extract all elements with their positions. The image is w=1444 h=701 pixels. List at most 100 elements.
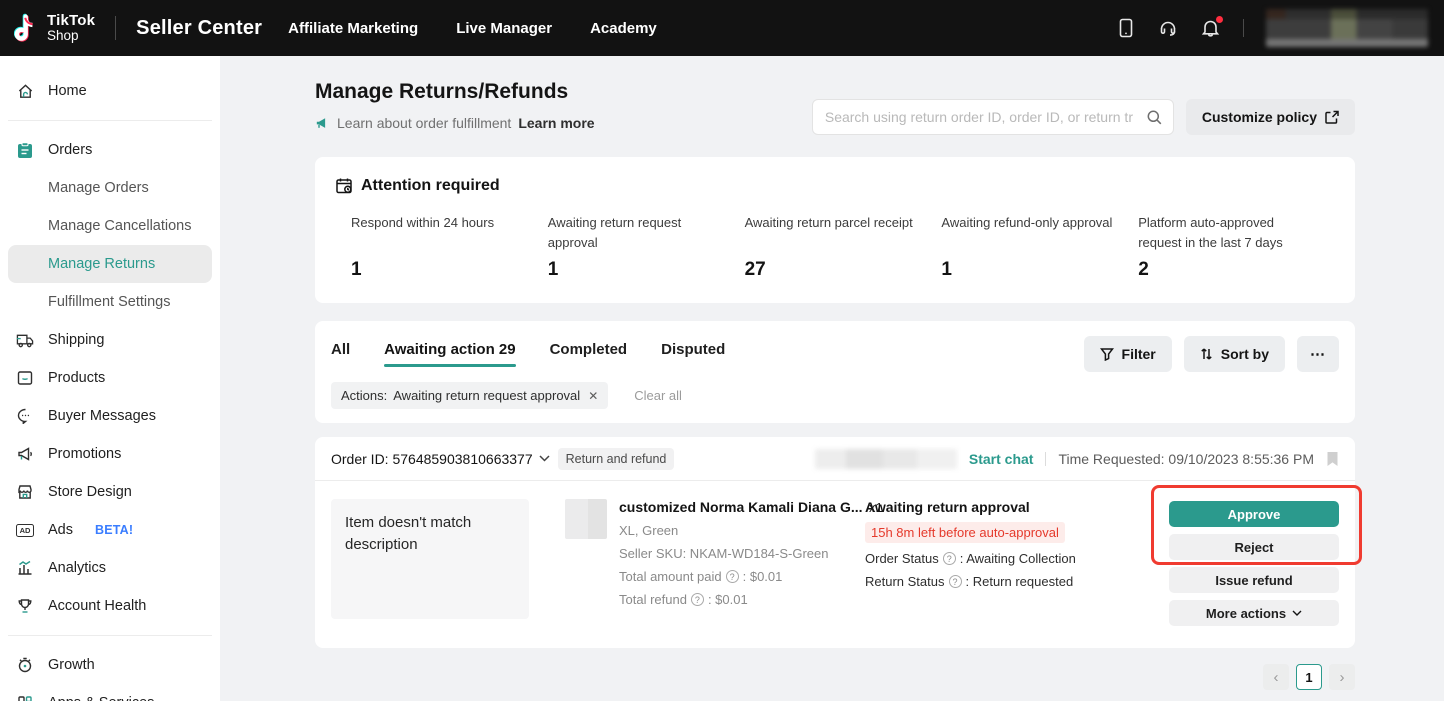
nav-title: Seller Center: [136, 17, 262, 40]
orders-icon: [16, 141, 34, 159]
approve-button[interactable]: Approve: [1169, 501, 1339, 527]
search-icon[interactable]: [1146, 109, 1163, 126]
calendar-clock-icon: [335, 177, 353, 195]
prev-page-button[interactable]: ‹: [1263, 664, 1289, 690]
help-icon[interactable]: ?: [949, 575, 962, 588]
divider: [1045, 452, 1046, 466]
trophy-icon: [16, 597, 34, 615]
tab-all[interactable]: All: [331, 341, 350, 367]
amount-paid-line: Total amount paid ? : $0.01: [619, 569, 883, 584]
notification-dot: [1216, 16, 1223, 23]
mobile-app-icon[interactable]: [1115, 17, 1137, 39]
funnel-icon: [1100, 347, 1114, 361]
help-icon[interactable]: ?: [691, 593, 704, 606]
learn-more-link[interactable]: Learn more: [518, 115, 594, 131]
stat-awaiting-return-parcel-receipt: Awaiting return parcel receipt 27: [745, 213, 942, 281]
clear-all-link[interactable]: Clear all: [634, 388, 682, 403]
sidebar-item-manage-orders[interactable]: Manage Orders: [0, 169, 220, 207]
sidebar-item-buyer-messages[interactable]: Buyer Messages: [0, 397, 220, 435]
tab-awaiting-action[interactable]: Awaiting action 29: [384, 341, 515, 367]
brand-line1: TikTok: [47, 13, 95, 29]
remove-filter-icon[interactable]: ✕: [588, 389, 598, 403]
sidebar-item-fulfillment-settings[interactable]: Fulfillment Settings: [0, 283, 220, 321]
sidebar-item-account-health[interactable]: Account Health: [0, 587, 220, 625]
sidebar-item-orders[interactable]: Orders: [0, 131, 220, 169]
order-id-value: 576485903810663377: [392, 451, 532, 467]
time-requested: Time Requested: 09/10/2023 8:55:36 PM: [1058, 451, 1314, 467]
nav-link-affiliate-marketing[interactable]: Affiliate Marketing: [288, 20, 418, 37]
order-status-line: Order Status ? : Awaiting Collection: [865, 551, 1131, 566]
ads-icon: AD: [16, 521, 34, 539]
start-chat-link[interactable]: Start chat: [969, 451, 1034, 467]
reject-button[interactable]: Reject: [1169, 534, 1339, 560]
top-nav: TikTok Shop Seller Center Affiliate Mark…: [0, 0, 1444, 56]
customize-policy-button[interactable]: Customize policy: [1186, 99, 1355, 135]
attention-title: Attention required: [361, 177, 500, 195]
product-variant: XL, Green: [619, 523, 883, 538]
filter-button[interactable]: Filter: [1084, 336, 1172, 372]
help-icon[interactable]: ?: [726, 570, 739, 583]
order-id-chevron-down-icon[interactable]: [539, 455, 550, 462]
sidebar-item-manage-cancellations[interactable]: Manage Cancellations: [0, 207, 220, 245]
brand-line2: Shop: [47, 29, 95, 43]
main-content: Manage Returns/Refunds Learn about order…: [220, 56, 1444, 701]
package-icon: [16, 369, 34, 387]
subtitle-text: Learn about order fulfillment: [337, 115, 511, 131]
search-input[interactable]: [825, 109, 1146, 125]
issue-refund-button[interactable]: Issue refund: [1169, 567, 1339, 593]
stat-awaiting-refund-only-approval: Awaiting refund-only approval 1: [941, 213, 1138, 281]
sidebar-item-promotions[interactable]: Promotions: [0, 435, 220, 473]
sidebar-divider: [8, 635, 212, 636]
sort-arrows-icon: [1200, 347, 1213, 361]
help-icon[interactable]: ?: [943, 552, 956, 565]
stat-platform-auto-approved: Platform auto-approved request in the la…: [1138, 213, 1335, 281]
tiktok-shop-logo[interactable]: TikTok Shop: [14, 13, 95, 43]
status-column: Awaiting return approval 15h 8m left bef…: [865, 499, 1131, 626]
stopwatch-icon: [16, 656, 34, 674]
tab-completed[interactable]: Completed: [550, 341, 628, 367]
megaphone-icon: [16, 445, 34, 463]
more-options-button[interactable]: ⋯: [1297, 336, 1339, 372]
active-filter-chip: Actions: Awaiting return request approva…: [331, 382, 608, 409]
notifications-bell-icon[interactable]: [1199, 17, 1221, 39]
pagination: ‹ 1 ›: [315, 664, 1355, 690]
sidebar-item-manage-returns[interactable]: Manage Returns: [8, 245, 212, 283]
sidebar-item-analytics[interactable]: Analytics: [0, 549, 220, 587]
support-headset-icon[interactable]: [1157, 17, 1179, 39]
sidebar-item-ads[interactable]: AD Ads BETA!: [0, 511, 220, 549]
current-page-button[interactable]: 1: [1296, 664, 1322, 690]
home-icon: [16, 82, 34, 100]
sort-by-button[interactable]: Sort by: [1184, 336, 1285, 372]
beta-badge: BETA!: [95, 523, 133, 537]
sidebar-item-store-design[interactable]: Store Design: [0, 473, 220, 511]
apps-grid-icon: [16, 694, 34, 701]
return-order-card: Order ID: 576485903810663377 Return and …: [315, 437, 1355, 648]
nav-link-academy[interactable]: Academy: [590, 20, 657, 37]
sidebar-item-apps-services[interactable]: Apps & Services: [0, 684, 220, 701]
product-name[interactable]: customized Norma Kamali Diana G...: [619, 499, 859, 515]
product-column: customized Norma Kamali Diana G... x1 XL…: [565, 499, 865, 626]
stat-respond-24h: Respond within 24 hours 1: [351, 213, 548, 281]
sidebar-item-shipping[interactable]: Shipping: [0, 321, 220, 359]
truck-icon: [16, 331, 34, 349]
account-redacted-block[interactable]: [1266, 9, 1428, 47]
tab-disputed[interactable]: Disputed: [661, 341, 725, 367]
nav-divider: [1243, 19, 1244, 37]
more-actions-button[interactable]: More actions: [1169, 600, 1339, 626]
next-page-button[interactable]: ›: [1329, 664, 1355, 690]
sidebar: Home Orders Manage Orders Manage Cancell…: [0, 56, 220, 701]
return-status-line: Return Status ? : Return requested: [865, 574, 1131, 589]
search-box[interactable]: [812, 99, 1174, 135]
nav-link-live-manager[interactable]: Live Manager: [456, 20, 552, 37]
tiktok-note-icon: [14, 13, 40, 43]
bookmark-icon[interactable]: [1326, 451, 1339, 467]
external-link-icon: [1325, 110, 1339, 124]
sidebar-item-products[interactable]: Products: [0, 359, 220, 397]
auto-approval-countdown: 15h 8m left before auto-approval: [865, 522, 1065, 543]
status-title: Awaiting return approval: [865, 499, 1131, 515]
order-id-label: Order ID:: [331, 451, 389, 467]
product-thumbnail[interactable]: [565, 499, 607, 539]
chevron-down-icon: [1292, 610, 1302, 616]
sidebar-item-growth[interactable]: Growth: [0, 646, 220, 684]
sidebar-item-home[interactable]: Home: [0, 72, 220, 110]
